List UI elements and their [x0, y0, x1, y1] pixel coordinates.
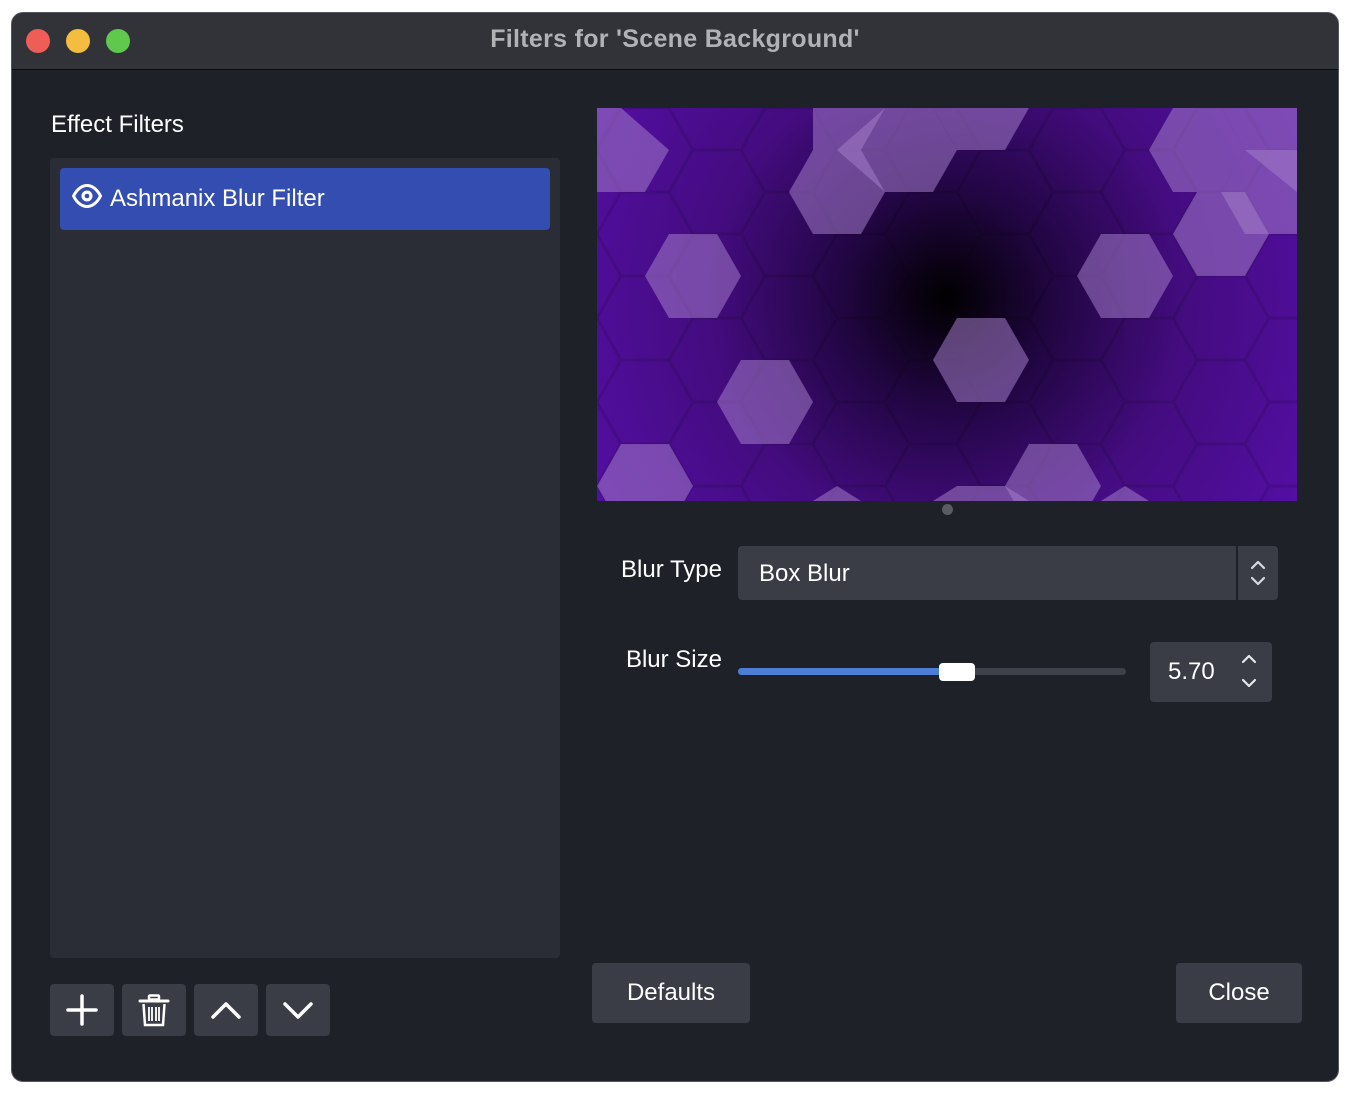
remove-filter-button[interactable] [122, 984, 186, 1036]
increment-chevron-icon[interactable] [1240, 652, 1258, 671]
defaults-button[interactable]: Defaults [592, 963, 750, 1023]
filter-preview [597, 108, 1297, 501]
select-divider [1236, 546, 1238, 600]
chevron-up-icon [211, 1002, 241, 1019]
blur-size-slider[interactable] [738, 668, 1126, 675]
move-down-button[interactable] [266, 984, 330, 1036]
trash-icon [138, 994, 170, 1027]
close-button[interactable]: Close [1176, 963, 1302, 1023]
filters-window: Filters for 'Scene Background' Effect Fi… [11, 12, 1339, 1082]
blur-type-label: Blur Type [621, 556, 722, 583]
title-bar[interactable]: Filters for 'Scene Background' [12, 13, 1338, 70]
slider-handle[interactable] [939, 663, 976, 681]
blur-type-value: Box Blur [759, 560, 850, 587]
effect-filters-label: Effect Filters [51, 111, 184, 138]
blur-size-spinbox[interactable]: 5.70 [1150, 642, 1272, 702]
plus-icon [66, 994, 98, 1026]
filter-item[interactable]: Ashmanix Blur Filter [60, 168, 550, 230]
updown-chevron-icon[interactable] [1248, 559, 1268, 592]
window-title: Filters for 'Scene Background' [490, 25, 860, 53]
blur-size-label: Blur Size [625, 646, 722, 673]
slider-fill [738, 668, 958, 675]
decrement-chevron-icon[interactable] [1240, 676, 1258, 695]
chevron-down-icon [283, 1002, 313, 1019]
blur-size-value: 5.70 [1168, 658, 1215, 685]
filter-list[interactable]: Ashmanix Blur Filter [50, 158, 560, 958]
preview-splitter-handle[interactable] [942, 504, 953, 515]
blur-type-select[interactable]: Box Blur [738, 546, 1278, 600]
add-filter-button[interactable] [50, 984, 114, 1036]
eye-icon[interactable] [71, 183, 103, 215]
move-up-button[interactable] [194, 984, 258, 1036]
filter-name: Ashmanix Blur Filter [110, 185, 325, 212]
